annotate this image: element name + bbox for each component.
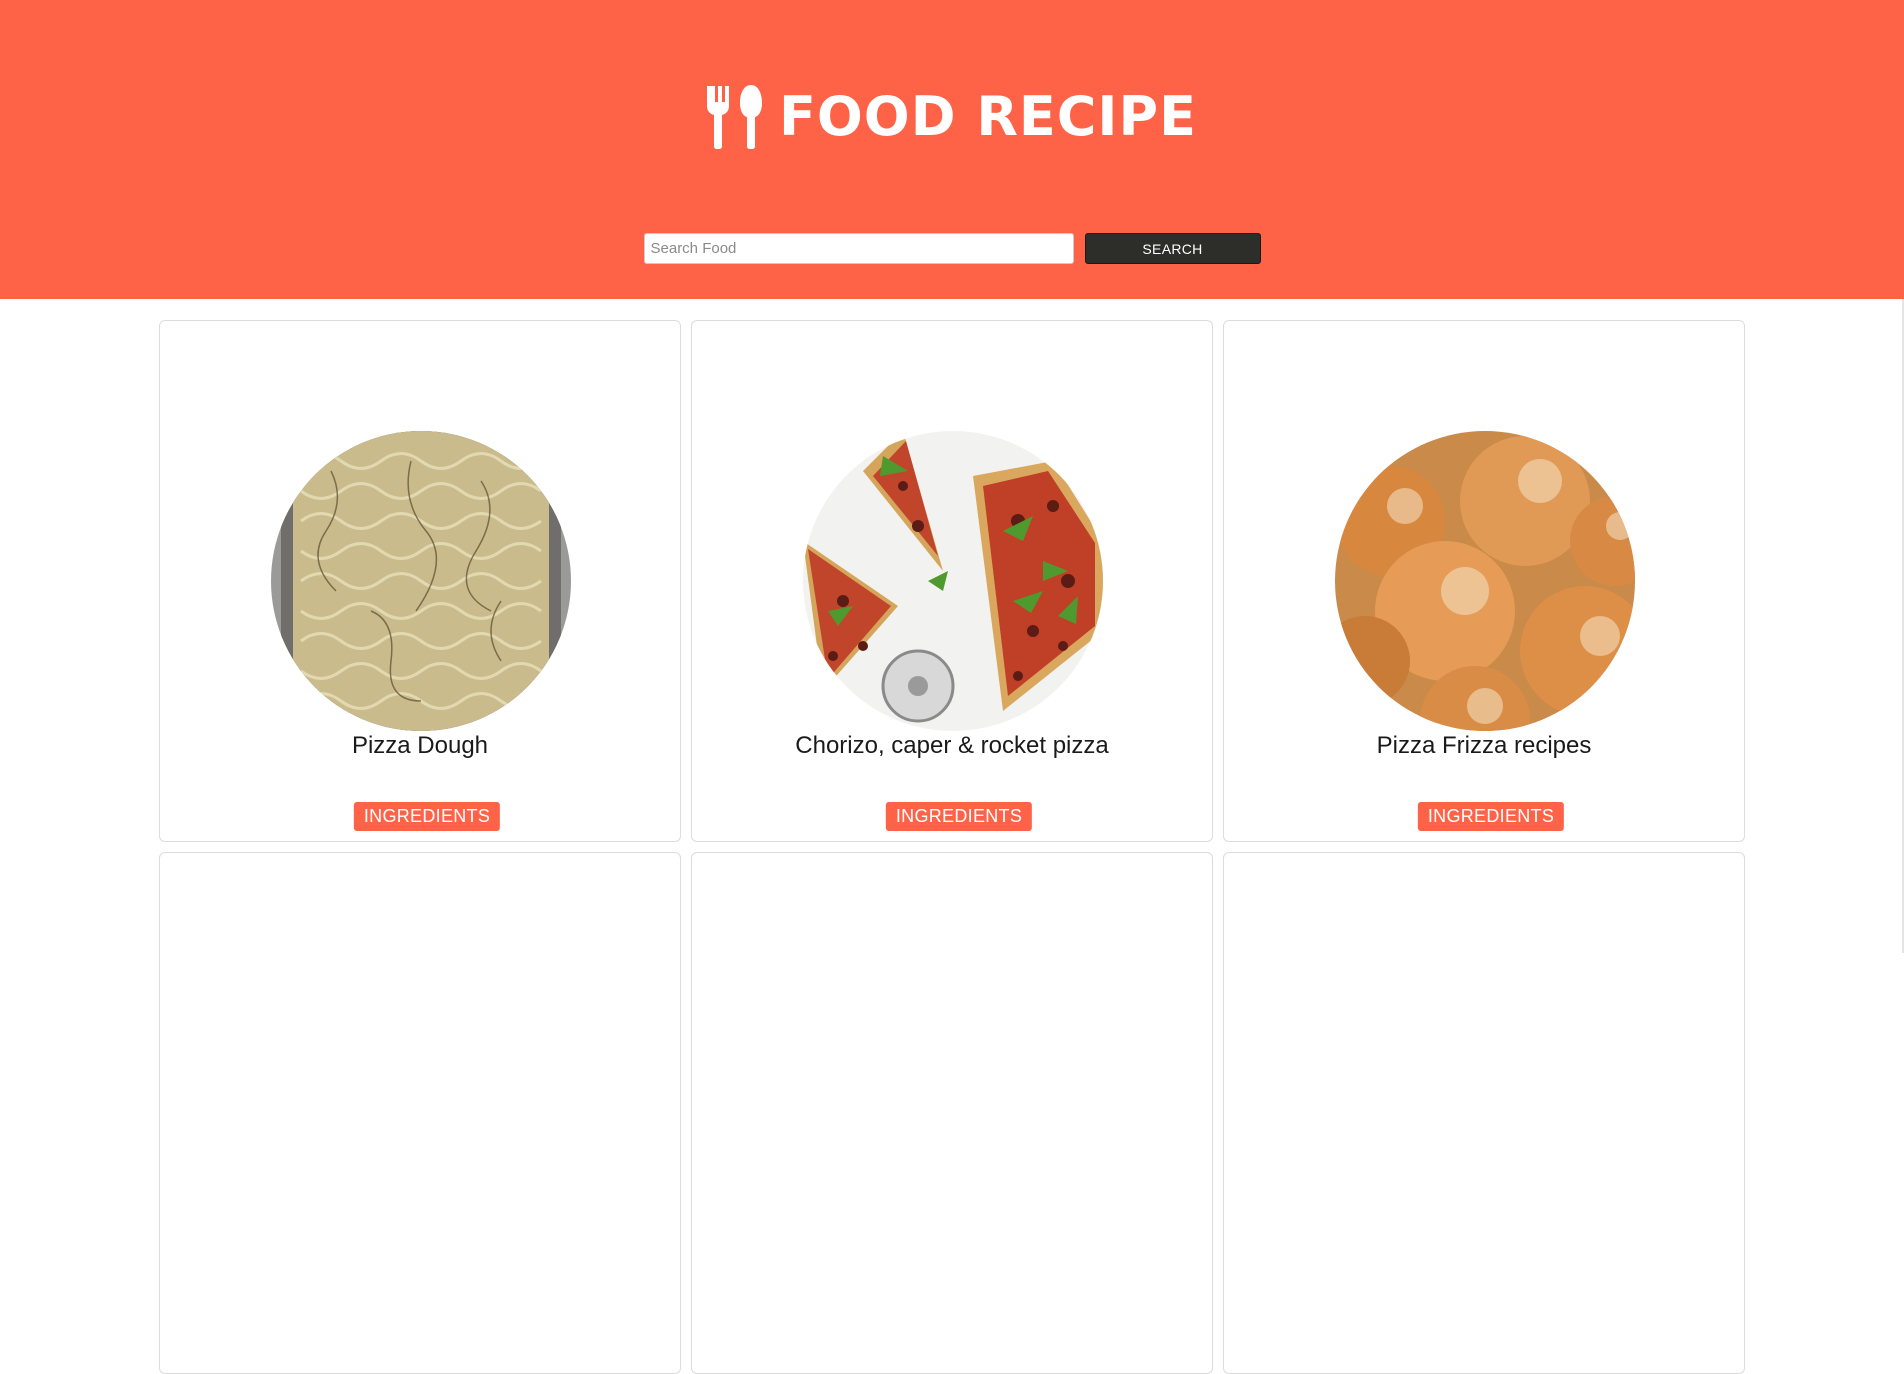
page-title: FOOD RECIPE xyxy=(779,85,1197,148)
fork-spoon-icon xyxy=(707,85,762,149)
search-button[interactable]: SEARCH xyxy=(1084,233,1261,264)
recipe-card xyxy=(159,852,681,1374)
recipe-title: Pizza Dough xyxy=(351,732,489,759)
ingredients-button[interactable]: INGREDIENTS xyxy=(353,802,501,831)
brand: FOOD RECIPE xyxy=(0,78,1904,156)
recipe-image[interactable] xyxy=(271,431,571,731)
recipe-image[interactable] xyxy=(803,431,1103,731)
focaccia-dough-photo xyxy=(271,431,571,731)
recipe-grid: Pizza Dough INGREDIENTS Chorizo, caper &… xyxy=(159,320,1745,1374)
page-header: FOOD RECIPE SEARCH xyxy=(0,0,1904,299)
ingredients-button[interactable]: INGREDIENTS xyxy=(885,802,1033,831)
chorizo-rocket-pizza-photo xyxy=(803,431,1103,731)
recipe-image[interactable] xyxy=(1335,431,1635,731)
ingredients-button[interactable]: INGREDIENTS xyxy=(1417,802,1565,831)
recipe-card xyxy=(691,852,1213,1374)
sugared-dough-balls-photo xyxy=(1335,431,1635,731)
recipe-card: Pizza Frizza recipes INGREDIENTS xyxy=(1223,320,1745,842)
recipe-title: Chorizo, caper & rocket pizza xyxy=(795,732,1109,759)
search-input[interactable] xyxy=(643,233,1074,264)
search-bar: SEARCH xyxy=(0,233,1904,266)
recipe-title: Pizza Frizza recipes xyxy=(1376,732,1592,759)
recipe-card: Chorizo, caper & rocket pizza INGREDIENT… xyxy=(691,320,1213,842)
recipe-card: Pizza Dough INGREDIENTS xyxy=(159,320,681,842)
recipe-card xyxy=(1223,852,1745,1374)
